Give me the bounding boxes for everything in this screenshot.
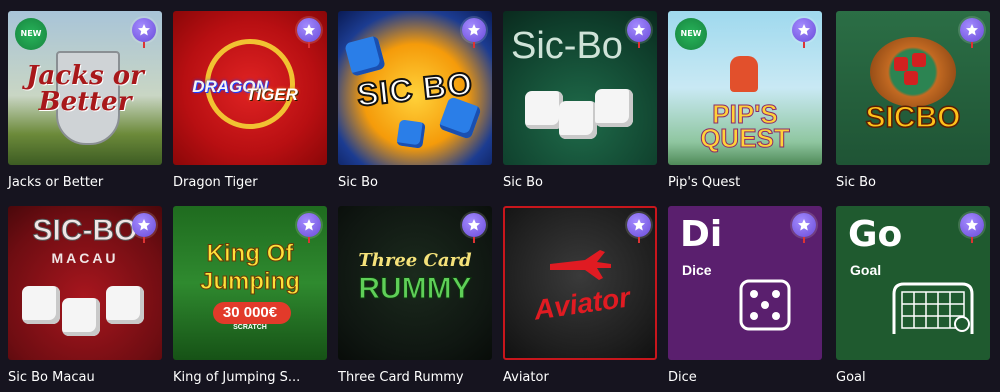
game-tile-sic-bo-green[interactable]: Sic-Bo (503, 11, 657, 165)
game-title[interactable]: Dice (668, 370, 697, 385)
game-tile-sicbo[interactable]: SICBO (836, 11, 990, 165)
game-art-name: Goal (850, 262, 882, 278)
game-title[interactable]: Jacks or Better (8, 175, 103, 190)
favorite-icon[interactable] (297, 18, 321, 48)
game-tile-sic-bo-macau[interactable]: SIC-BO MACAU (8, 206, 162, 360)
game-tile-goal[interactable]: Go Goal (836, 206, 990, 360)
game-art-name: Dice (682, 262, 712, 278)
game-art-title-top: Three Card (358, 250, 472, 271)
game-art-title: Jacks or Better (26, 61, 144, 117)
favorite-icon[interactable] (792, 213, 816, 243)
game-prize-label: SCRATCH (233, 324, 267, 331)
favorite-icon[interactable] (960, 18, 984, 48)
new-badge: NEW (15, 18, 47, 50)
favorite-icon[interactable] (627, 18, 651, 48)
game-title[interactable]: Goal (836, 370, 866, 385)
favorite-icon[interactable] (960, 213, 984, 243)
game-prize-amount: 30 000€ (222, 304, 278, 321)
favorite-icon[interactable] (462, 213, 486, 243)
game-art-title-bottom: QUEST (700, 123, 791, 154)
game-tile-sic-bo[interactable]: SIC BO (338, 11, 492, 165)
favorite-icon[interactable] (627, 213, 651, 243)
game-title[interactable]: Aviator (503, 370, 549, 385)
dice-icon (739, 279, 791, 331)
game-title[interactable]: Sic Bo Macau (8, 370, 95, 385)
game-title[interactable]: Sic Bo (338, 175, 378, 190)
game-art-title: SICBO (865, 100, 962, 135)
game-title[interactable]: Sic Bo (836, 175, 876, 190)
game-tile-dice[interactable]: Di Dice (668, 206, 822, 360)
game-title[interactable]: Sic Bo (503, 175, 543, 190)
game-title[interactable]: Pip's Quest (668, 175, 740, 190)
game-tile-three-card-rummy[interactable]: Three Card RUMMY (338, 206, 492, 360)
game-tile-jacks-or-better[interactable]: NEW Jacks or Better (8, 11, 162, 165)
game-art-title-bottom: TIGER (246, 85, 298, 104)
goal-net-icon (892, 282, 974, 334)
plane-icon (550, 250, 611, 280)
favorite-icon[interactable] (462, 18, 486, 48)
game-art-title-bottom: Jumping (200, 268, 301, 296)
game-tile-aviator[interactable]: Aviator (503, 206, 657, 360)
favorite-icon[interactable] (792, 18, 816, 48)
favorite-icon[interactable] (132, 213, 156, 243)
favorite-icon[interactable] (132, 18, 156, 48)
game-symbol: Go (848, 214, 903, 255)
game-tile-dragon-tiger[interactable]: DRAGON TIGER (173, 11, 327, 165)
game-symbol: Di (680, 214, 723, 255)
game-tile-pips-quest[interactable]: NEW PIP'S QUEST (668, 11, 822, 165)
game-title[interactable]: Dragon Tiger (173, 175, 258, 190)
game-title[interactable]: King of Jumping S... (173, 370, 300, 385)
game-title[interactable]: Three Card Rummy (338, 370, 464, 385)
game-art-title: Aviator (532, 281, 632, 326)
new-badge: NEW (675, 18, 707, 50)
game-art-title-bottom: MACAU (51, 250, 119, 266)
game-art-title-top: King Of (206, 240, 294, 268)
favorite-icon[interactable] (297, 213, 321, 243)
game-tile-king-of-jumping[interactable]: King Of Jumping 30 000€ SCRATCH (173, 206, 327, 360)
game-art-title-bottom: RUMMY (358, 272, 472, 306)
